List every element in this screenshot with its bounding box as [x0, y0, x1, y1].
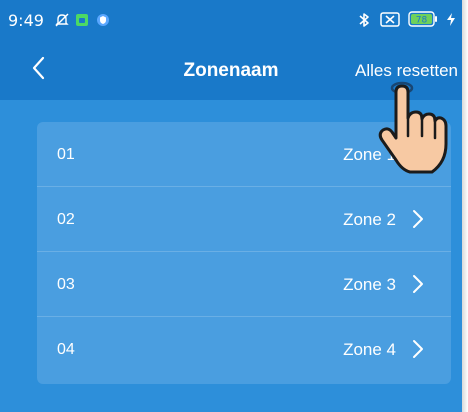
chevron-right-icon	[413, 275, 423, 293]
status-icons-right: 78	[357, 11, 456, 27]
zone-number: 01	[57, 146, 75, 163]
status-icons-left	[54, 12, 111, 27]
shield-icon	[96, 12, 111, 27]
screenshot-edge	[462, 0, 468, 412]
chevron-left-icon	[32, 56, 45, 80]
zone-number: 04	[57, 341, 75, 358]
zone-row-2[interactable]: 02 Zone 2	[37, 187, 451, 252]
no-sim-icon	[380, 11, 400, 27]
zone-name: Zone 2	[343, 210, 396, 229]
chevron-right-icon	[413, 210, 423, 228]
charging-icon	[446, 12, 456, 27]
zone-name: Zone 1	[343, 145, 396, 164]
back-button[interactable]	[28, 54, 52, 82]
zone-row-1[interactable]: 01 Zone 1	[37, 122, 451, 187]
zone-name: Zone 4	[343, 340, 396, 359]
zone-number: 03	[57, 276, 75, 293]
chevron-right-icon	[413, 340, 423, 358]
battery-icon: 78	[408, 11, 438, 27]
battery-level: 78	[416, 16, 428, 26]
zone-name: Zone 3	[343, 275, 396, 294]
app-screen: 9:49 78 Zonenaam Alles resetten 01 Zone …	[0, 0, 463, 412]
zone-row-4[interactable]: 04 Zone 4	[37, 317, 451, 382]
zone-number: 02	[57, 211, 75, 228]
zone-list: 01 Zone 1 02 Zone 2 03 Zone 3 04 Zone 4	[37, 122, 451, 384]
notifications-off-icon	[54, 12, 69, 27]
status-time: 9:49	[8, 11, 44, 30]
bluetooth-icon	[357, 12, 372, 27]
title-bar: Zonenaam Alles resetten	[0, 40, 462, 100]
status-bar: 9:49 78	[0, 0, 462, 40]
reset-all-button[interactable]: Alles resetten	[355, 61, 458, 81]
app-badge-icon	[75, 12, 90, 27]
zone-row-3[interactable]: 03 Zone 3	[37, 252, 451, 317]
chevron-right-icon	[413, 145, 423, 163]
